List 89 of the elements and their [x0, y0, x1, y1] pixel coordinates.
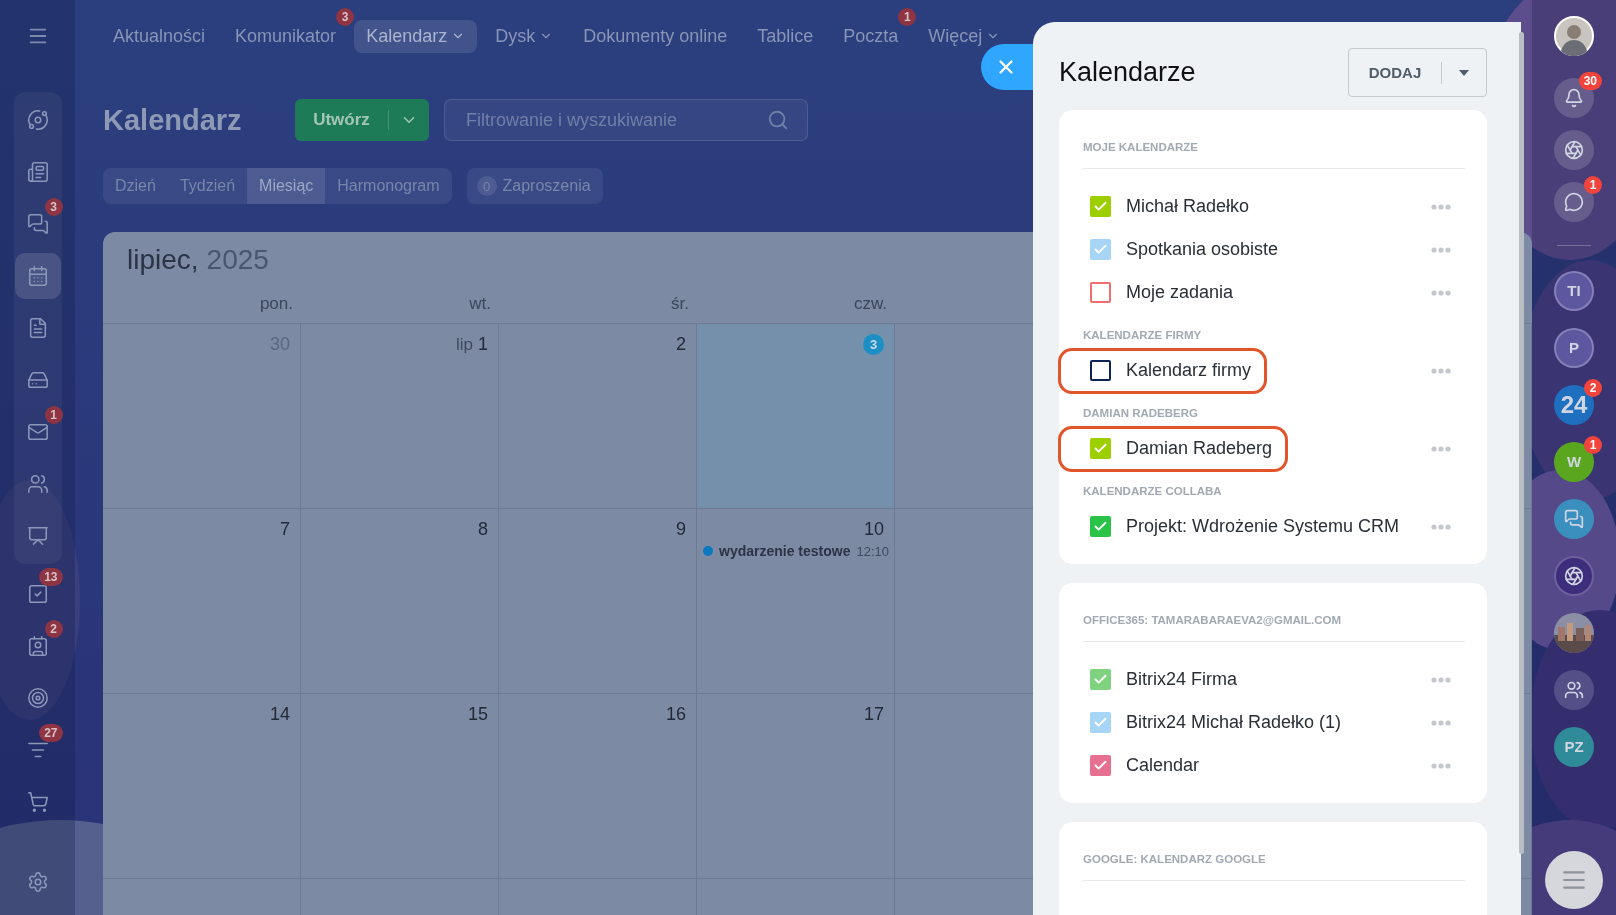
section-heading: DAMIAN RADEBERG [1083, 406, 1199, 421]
contact-card-icon [26, 635, 49, 657]
panel-title: Kalendarze [1059, 57, 1196, 88]
event-time: 12:10 [856, 543, 890, 559]
checkbox-icon [26, 583, 49, 605]
day-number: 1 [478, 334, 488, 355]
section-heading: KALENDARZE COLLABA [1083, 484, 1223, 499]
check-icon [1093, 519, 1108, 534]
nav-tab[interactable]: Aktualności [101, 19, 218, 53]
calendar-name: Michał Radełko [1126, 196, 1250, 217]
add-button[interactable]: DODAJ [1348, 48, 1487, 97]
calendar-name: Calendar [1126, 755, 1200, 776]
section-heading: MOJE KALENDARZE [1083, 140, 1199, 155]
calendar-name: Bitrix24 Firma [1126, 669, 1237, 690]
calendar-checkbox[interactable] [1090, 360, 1111, 381]
nav-tab[interactable]: Dokumenty online [571, 19, 740, 53]
weekday-label: śr. [499, 284, 697, 324]
aperture-icon [1564, 565, 1584, 586]
section-heading: OFFICE365: TAMARABARAEVA2@GMAIL.COM [1083, 613, 1343, 628]
bell-icon [1564, 88, 1584, 108]
day-number: 10 [863, 519, 884, 540]
calendar-checkbox[interactable] [1090, 712, 1111, 733]
calendar-checkbox[interactable] [1090, 669, 1111, 690]
view-tab[interactable]: Tydzień [167, 168, 248, 204]
day-number: 17 [863, 704, 884, 725]
calendar-checkbox[interactable] [1090, 239, 1111, 260]
calendar-name: Kalendarz firmy [1126, 360, 1252, 381]
weekday-label: pon. [103, 284, 301, 324]
nav-tab[interactable]: Tablice [745, 19, 826, 53]
orbit-icon [26, 109, 49, 131]
view-tab[interactable]: Harmonogram [325, 168, 452, 204]
messages-icon [1564, 508, 1584, 529]
settings-icon [26, 871, 49, 893]
month-name: lipiec, [127, 244, 199, 277]
calendar-checkbox[interactable] [1090, 755, 1111, 776]
presentation-icon [26, 525, 49, 547]
check-icon [1093, 199, 1108, 214]
calendar-checkbox[interactable] [1090, 438, 1111, 459]
users-icon [26, 473, 49, 495]
check-icon [1093, 441, 1108, 456]
check-icon [1093, 758, 1108, 773]
search-icon [767, 109, 789, 131]
chat-button[interactable] [1554, 182, 1594, 222]
chat-icon [26, 213, 49, 235]
check-icon [1093, 242, 1108, 257]
page-title: Kalendarz [103, 103, 243, 137]
chat-icon [1564, 192, 1584, 212]
day-number: 16 [665, 704, 686, 725]
mail-icon [26, 421, 49, 443]
calendar-checkbox[interactable] [1090, 516, 1111, 537]
check-icon [1093, 715, 1108, 730]
event-title[interactable]: wydarzenie testowe [719, 543, 851, 559]
check-icon [1093, 672, 1108, 687]
aperture-icon [1564, 140, 1584, 160]
create-button[interactable]: Utwórz [295, 99, 429, 141]
day-number: 7 [280, 519, 290, 540]
view-tab[interactable]: Miesiąc [247, 168, 326, 204]
drive-icon [26, 369, 49, 391]
calendar-name: Moje zadania [1126, 282, 1234, 303]
calendar-icon [26, 265, 49, 287]
target-icon [26, 687, 49, 709]
calendar-checkbox[interactable] [1090, 282, 1111, 303]
day-number: 15 [467, 704, 488, 725]
calendar-checkbox[interactable] [1090, 196, 1111, 217]
month-prefix: lip [455, 335, 473, 355]
cart-icon [26, 791, 49, 813]
calendar-name: Bitrix24 Michał Radełko (1) [1126, 712, 1342, 733]
assistant-button[interactable] [1554, 130, 1594, 170]
day-number: 8 [478, 519, 488, 540]
section-heading: GOOGLE: KALENDARZ GOOGLE [1083, 852, 1267, 867]
day-number: 2 [676, 334, 686, 355]
view-tab[interactable]: Dzień [103, 168, 168, 204]
section-heading: KALENDARZE FIRMY [1083, 328, 1203, 343]
nav-tab[interactable]: Więcej [916, 19, 1013, 53]
group-button[interactable] [1554, 669, 1594, 710]
day-number: 14 [269, 704, 290, 725]
day-number: 9 [676, 519, 686, 540]
today-marker: 3 [863, 334, 884, 355]
newspaper-icon [26, 161, 49, 183]
users-icon [1564, 679, 1584, 700]
nav-tab[interactable]: Dysk [483, 19, 566, 53]
nav-tab[interactable]: Kalendarz [354, 19, 478, 53]
avatar[interactable] [1554, 16, 1594, 56]
sidebar-item[interactable] [14, 253, 61, 299]
caret-icon [1459, 69, 1469, 76]
weekday-label: wt. [301, 284, 499, 324]
calendar-name: Damian Radeberg [1126, 438, 1273, 459]
calendar-name: Projekt: Wdrożenie Systemu CRM [1126, 516, 1400, 537]
calendar-name: Spotkania osobiste [1126, 239, 1279, 260]
